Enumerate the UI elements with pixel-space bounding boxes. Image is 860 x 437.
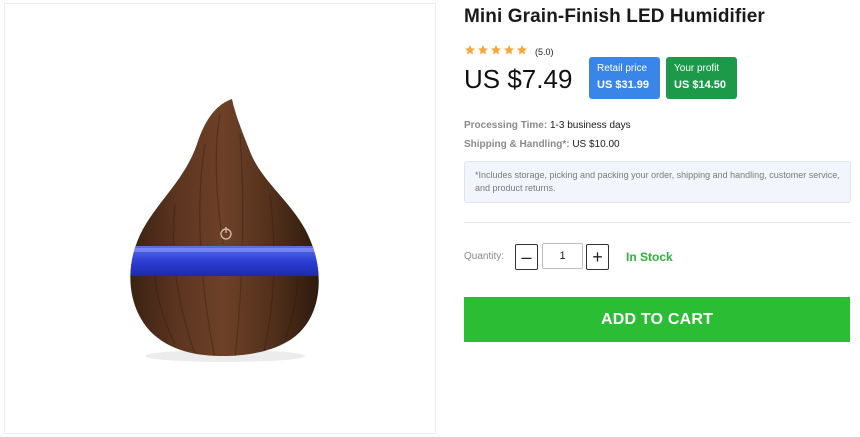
quantity-label: Quantity: — [464, 251, 505, 262]
processing-time-label: Processing Time: — [464, 120, 548, 131]
shipping-handling: Shipping & Handling*: US $10.00 — [464, 139, 620, 150]
star-icon — [477, 43, 490, 61]
quantity-decrease-button[interactable]: – — [515, 244, 538, 270]
shipping-value: US $10.00 — [572, 139, 620, 150]
processing-time-value: 1-3 business days — [549, 120, 631, 131]
quantity-input[interactable] — [542, 243, 583, 269]
quantity-increase-button[interactable]: + — [586, 244, 609, 270]
product-title: Mini Grain-Finish LED Humidifier — [464, 6, 765, 27]
stock-status: In Stock — [626, 250, 673, 264]
processing-time: Processing Time: 1-3 business days — [464, 120, 631, 131]
add-to-cart-button[interactable]: ADD TO CART — [464, 297, 850, 342]
star-icon — [503, 43, 516, 61]
star-icon — [490, 43, 503, 61]
rating-value: (5.0) — [535, 47, 554, 57]
shipping-label: Shipping & Handling*: — [464, 139, 570, 150]
product-price: US $7.49 — [464, 64, 573, 94]
profit-label: Your profit — [674, 63, 720, 74]
star-icon — [516, 43, 529, 61]
product-image — [130, 99, 319, 362]
divider — [464, 222, 851, 223]
retail-price-value: US $31.99 — [597, 79, 649, 91]
profit-value: US $14.50 — [674, 79, 726, 91]
retail-price-label: Retail price — [597, 63, 648, 74]
star-icon — [464, 43, 477, 61]
retail-price-badge: Retail price US $31.99 — [589, 57, 660, 99]
profit-badge: Your profit US $14.50 — [666, 57, 737, 99]
product-image-panel — [4, 3, 436, 434]
rating: (5.0) — [464, 43, 554, 61]
shipping-note: *Includes storage, picking and packing y… — [464, 161, 851, 203]
